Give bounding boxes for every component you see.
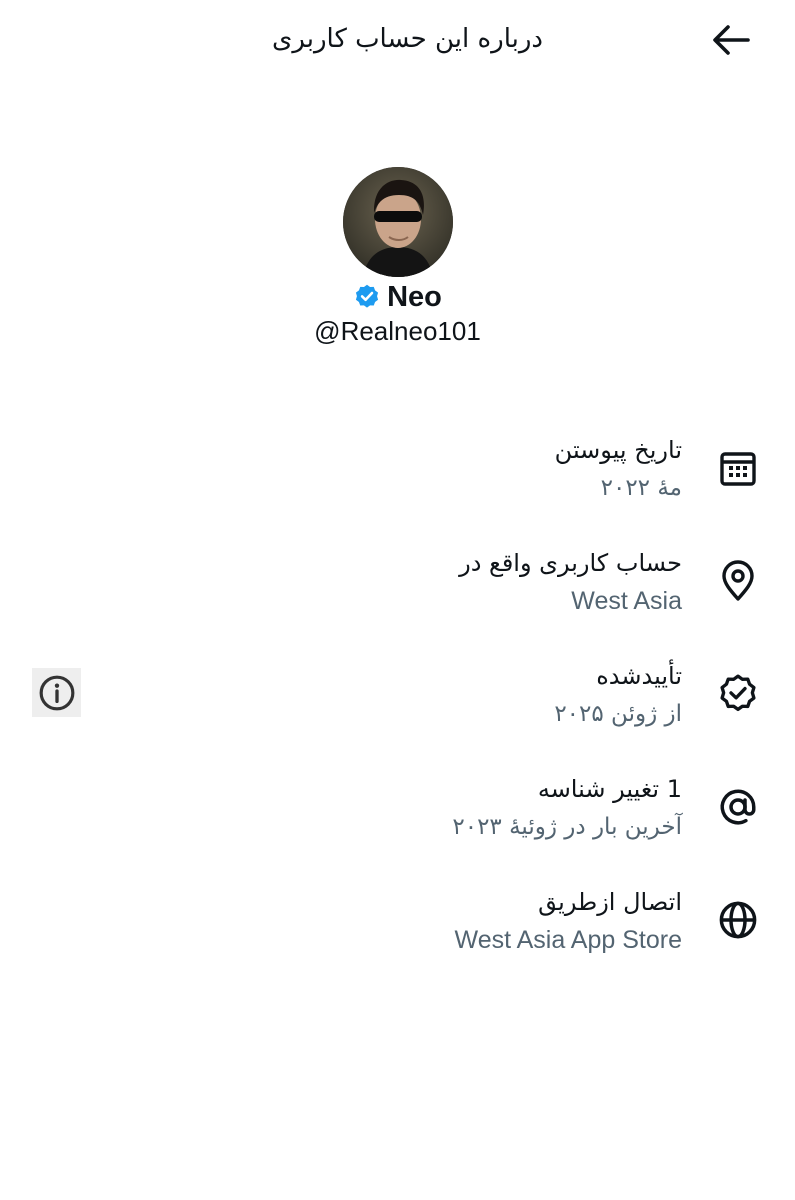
name-row: Neo	[0, 277, 795, 317]
back-button[interactable]	[703, 14, 759, 66]
handle-changes-row: 1 تغییر شناسه آخرین بار در ژوئیهٔ ۲۰۲۳	[0, 769, 795, 859]
row-title: تأییدشده	[596, 662, 682, 690]
verified-outline-icon	[714, 670, 762, 718]
row-subtitle: West Asia App Store	[454, 926, 682, 954]
header: درباره این حساب کاربری	[0, 0, 795, 84]
info-button[interactable]	[32, 668, 81, 717]
page-title: درباره این حساب کاربری	[272, 24, 543, 54]
connected-via-row: اتصال ازطریق West Asia App Store	[0, 882, 795, 972]
location-row: حساب کاربری واقع در West Asia	[0, 543, 795, 633]
verified-badge-icon	[356, 284, 379, 308]
row-title: تاریخ پیوستن	[554, 436, 682, 464]
join-date-row: تاریخ پیوستن مهٔ ۲۰۲۲	[0, 430, 795, 520]
row-subtitle: مهٔ ۲۰۲۲	[600, 475, 682, 501]
row-subtitle: West Asia	[571, 587, 682, 615]
row-title: حساب کاربری واقع در	[459, 549, 682, 577]
user-handle: @Realneo101	[314, 316, 481, 346]
row-title: 1 تغییر شناسه	[537, 775, 682, 803]
row-subtitle: آخرین بار در ژوئیهٔ ۲۰۲۳	[452, 814, 682, 840]
info-icon	[39, 675, 74, 710]
avatar[interactable]	[343, 167, 453, 277]
row-title: اتصال ازطریق	[538, 888, 682, 916]
calendar-icon	[714, 444, 762, 492]
display-name: Neo	[387, 281, 442, 313]
globe-icon	[714, 896, 762, 944]
row-subtitle: از ژوئن ۲۰۲۵	[554, 701, 682, 727]
verified-row: تأییدشده از ژوئن ۲۰۲۵	[0, 656, 795, 746]
arrow-left-icon	[713, 25, 750, 55]
at-sign-icon	[714, 783, 762, 831]
location-pin-icon	[714, 557, 762, 605]
